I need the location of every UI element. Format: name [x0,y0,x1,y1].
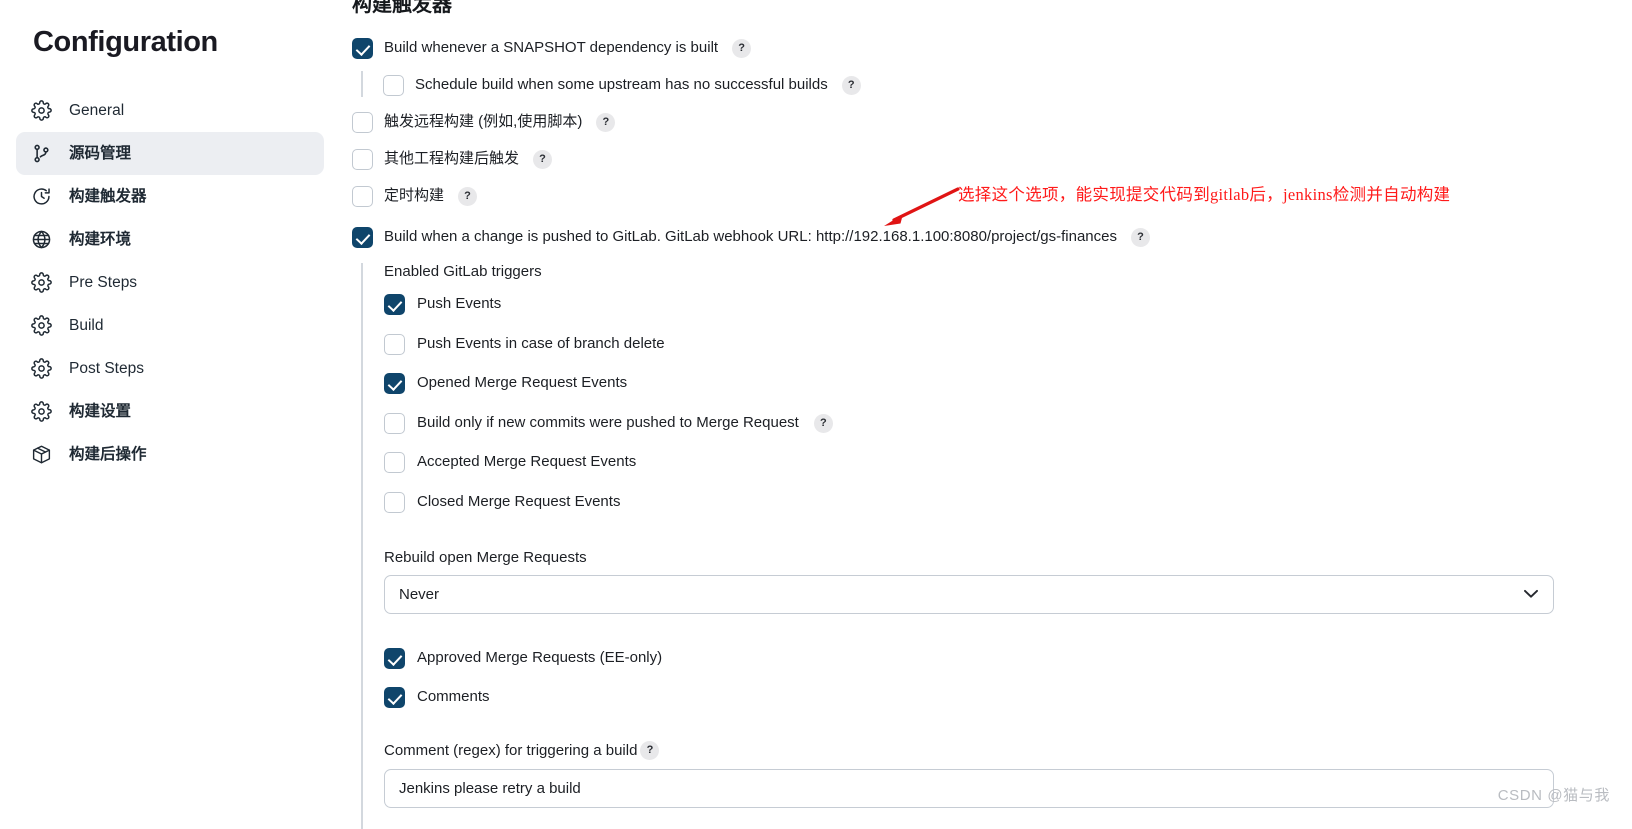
clock-icon [30,186,52,208]
gitlab-event-accepted-mr: Accepted Merge Request Events [384,452,1554,473]
trigger-label: Build when a change is pushed to GitLab.… [384,227,1117,245]
sidebar-nav: General 源码管理 构建触发器 构建环境 Pre Steps Build … [16,89,324,476]
gitlab-event-comments: Comments [384,687,1554,708]
globe-icon [30,229,52,251]
sidebar-item-post-steps[interactable]: Post Steps [16,347,324,390]
help-icon[interactable]: ? [813,413,833,433]
gitlab-event-label: Comments [417,688,490,706]
checkbox-build-only-new-commits[interactable] [384,412,405,434]
checkbox-comments[interactable] [384,687,405,708]
gitlab-event-opened-mr: Opened Merge Request Events [384,373,1554,394]
checkbox-accepted-merge-request-events[interactable] [384,452,405,473]
checkbox-after-other-projects[interactable] [352,148,373,170]
page-title: Configuration [33,26,218,58]
checkbox-push-events-branch-delete[interactable] [384,333,405,355]
enabled-gitlab-triggers-title: Enabled GitLab triggers [384,263,542,280]
gitlab-event-push-branch-delete: Push Events in case of branch delete [384,333,1554,355]
gitlab-event-only-new-commits: Build only if new commits were pushed to… [384,412,1554,434]
sidebar-item-label: General [69,101,125,119]
help-icon[interactable]: ? [1131,227,1150,247]
sidebar-item-general[interactable]: General [16,89,324,132]
build-triggers-form: Build whenever a SNAPSHOT dependency is … [352,36,1554,829]
sidebar-item-label: 构建设置 [69,402,132,420]
comment-regex-input[interactable] [384,769,1554,808]
package-icon [30,444,52,466]
sidebar-item-build-settings[interactable]: 构建设置 [16,390,324,433]
trigger-label: Schedule build when some upstream has no… [415,75,828,93]
trigger-row-after-other-projects: 其他工程构建后触发 ? [352,147,1554,171]
trigger-row-schedule-upstream: Schedule build when some upstream has no… [352,71,1554,97]
checkbox-closed-merge-request-events[interactable] [384,491,405,513]
gear-icon [30,315,52,337]
gitlab-event-label: Approved Merge Requests (EE-only) [417,648,663,666]
sidebar: Configuration General 源码管理 构建触发器 构建环境 Pr… [0,0,340,829]
gear-icon [30,358,52,380]
configuration-page: Configuration General 源码管理 构建触发器 构建环境 Pr… [0,0,1632,829]
watermark: CSDN @猫与我 [1497,787,1610,804]
rebuild-open-mr-select-wrap: Never [384,574,1554,614]
annotation-text: 选择这个选项，能实现提交代码到gitlab后，jenkins检测并自动构建 [958,185,1451,204]
source-branch-icon [30,143,52,165]
gitlab-event-label: Build only if new commits were pushed to… [417,413,799,431]
trigger-label: 定时构建 [384,186,445,204]
gitlab-event-label: Opened Merge Request Events [417,374,628,392]
sidebar-item-label: 构建后操作 [69,445,147,463]
checkbox-schedule-upstream[interactable] [383,74,404,96]
help-icon[interactable]: ? [640,741,660,760]
help-icon[interactable]: ? [841,75,861,95]
trigger-label: Build whenever a SNAPSHOT dependency is … [384,38,719,56]
sidebar-item-label: 源码管理 [69,144,132,162]
checkbox-approved-merge-requests[interactable] [384,647,405,669]
sidebar-item-label: Pre Steps [69,273,138,291]
comment-regex-field-wrap [384,769,1554,808]
sidebar-item-build-environment[interactable]: 构建环境 [16,218,324,261]
trigger-label: 触发远程构建 (例如,使用脚本) [384,112,583,130]
checkbox-gitlab-push[interactable] [352,226,373,248]
checkbox-remote-build[interactable] [352,111,373,133]
trigger-label: 其他工程构建后触发 [384,149,520,167]
gitlab-event-label: Push Events [417,295,502,313]
rebuild-open-mr-label: Rebuild open Merge Requests [384,548,587,566]
checkbox-opened-merge-request-events[interactable] [384,373,405,394]
checkbox-push-events[interactable] [384,294,405,315]
trigger-row-remote-build: 触发远程构建 (例如,使用脚本) ? [352,110,1554,134]
trigger-row-gitlab-push: Build when a change is pushed to GitLab.… [352,225,1554,249]
rebuild-open-mr-select[interactable]: Never [384,574,1554,614]
gear-icon [30,401,52,423]
sidebar-item-post-build-actions[interactable]: 构建后操作 [16,433,324,476]
gitlab-event-closed-mr: Closed Merge Request Events [384,491,1554,513]
main-content: 构建触发器 Build whenever a SNAPSHOT dependen… [340,0,1632,829]
sidebar-item-label: 构建环境 [69,230,132,248]
gear-icon [30,272,52,294]
gitlab-event-approved-mr: Approved Merge Requests (EE-only) [384,647,1554,669]
checkbox-scheduled-build[interactable] [352,185,373,207]
help-icon[interactable]: ? [533,149,553,169]
trigger-row-snapshot: Build whenever a SNAPSHOT dependency is … [352,36,1554,60]
help-icon[interactable]: ? [732,38,752,58]
help-icon[interactable]: ? [458,186,478,206]
gitlab-event-label: Closed Merge Request Events [417,492,621,510]
sidebar-item-label: Post Steps [69,359,144,377]
gitlab-event-push: Push Events [384,294,1554,315]
comment-regex-label-wrap: Comment (regex) for triggering a build ? [384,741,1554,760]
section-title: 构建触发器 [352,0,452,16]
comment-regex-label: Comment (regex) for triggering a build [384,742,638,759]
gitlab-triggers-panel: Enabled GitLab triggers Push Events Push… [352,263,1554,829]
help-icon[interactable]: ? [596,112,616,132]
sidebar-item-build[interactable]: Build [16,304,324,347]
sidebar-item-build-triggers[interactable]: 构建触发器 [16,175,324,218]
sidebar-item-label: Build [69,316,104,334]
gear-icon [30,100,52,122]
sidebar-item-source-management[interactable]: 源码管理 [16,132,324,175]
gitlab-event-label: Push Events in case of branch delete [417,334,665,352]
sidebar-item-label: 构建触发器 [69,187,147,205]
sidebar-item-pre-steps[interactable]: Pre Steps [16,261,324,304]
checkbox-snapshot-dependency[interactable] [352,37,373,59]
gitlab-event-label: Accepted Merge Request Events [417,453,637,471]
